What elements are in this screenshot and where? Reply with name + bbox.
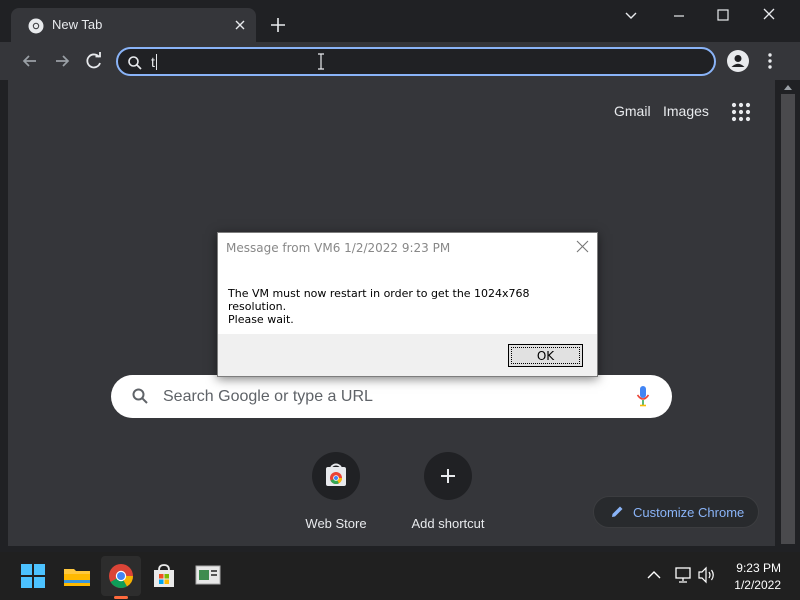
customize-chrome-button[interactable]: Customize Chrome: [593, 496, 759, 528]
gmail-link[interactable]: Gmail: [614, 103, 651, 119]
chrome-favicon-icon: [28, 18, 44, 34]
clock-date[interactable]: 1/2/2022: [731, 578, 781, 592]
shortcut-icon-container: [312, 452, 360, 500]
person-icon: [731, 55, 745, 67]
toolbar: t: [0, 42, 800, 80]
windows-start-icon[interactable]: [17, 560, 49, 592]
search-icon: [128, 56, 142, 70]
address-bar-text: t: [151, 54, 155, 70]
scroll-up-arrow-icon[interactable]: [783, 83, 793, 91]
new-tab-icon[interactable]: [268, 15, 288, 35]
scrollbar-thumb[interactable]: [781, 94, 795, 544]
images-link[interactable]: Images: [663, 103, 709, 119]
shortcut-label: Add shortcut: [411, 516, 485, 531]
more-menu-icon[interactable]: [763, 50, 777, 72]
scrollbar[interactable]: [776, 80, 800, 546]
shortcut-label: Web Store: [305, 516, 367, 531]
microphone-icon[interactable]: [636, 385, 650, 407]
search-placeholder: Search Google or type a URL: [163, 388, 373, 405]
google-search-box[interactable]: Search Google or type a URL: [111, 375, 672, 418]
close-window-icon[interactable]: [755, 4, 783, 28]
dialog-message-line: Please wait.: [228, 313, 294, 326]
dialog-title: Message from VM6 1/2/2022 9:23 PM: [226, 241, 451, 255]
message-dialog: Message from VM6 1/2/2022 9:23 PM The VM…: [217, 232, 598, 377]
network-icon[interactable]: [673, 566, 693, 584]
minimize-icon[interactable]: [665, 4, 693, 28]
title-bar: New Tab: [0, 0, 800, 42]
search-icon: [132, 388, 148, 404]
taskbar: 9:23 PM 1/2/2022: [0, 552, 800, 600]
pencil-icon: [612, 506, 623, 517]
dialog-footer: OK: [218, 334, 597, 376]
file-explorer-icon[interactable]: [61, 560, 93, 592]
reload-icon[interactable]: [83, 50, 105, 72]
customize-label: Customize Chrome: [633, 505, 745, 520]
shortcut-web-store[interactable]: Web Store: [286, 452, 386, 542]
text-cursor-icon: [318, 53, 324, 70]
dialog-message-line: The VM must now restart in order to get …: [228, 287, 530, 313]
google-apps-icon[interactable]: [730, 101, 752, 123]
tab-new-tab[interactable]: New Tab: [11, 8, 256, 42]
dialog-message: The VM must now restart in order to get …: [228, 287, 588, 326]
clock-time[interactable]: 9:23 PM: [735, 561, 781, 575]
chrome-icon[interactable]: [105, 560, 137, 592]
active-indicator: [114, 596, 128, 599]
web-store-icon: [326, 463, 346, 486]
profile-avatar[interactable]: [727, 50, 749, 72]
microsoft-store-icon[interactable]: [148, 560, 180, 592]
app-icon[interactable]: [192, 560, 224, 592]
maximize-icon[interactable]: [709, 4, 737, 28]
volume-icon[interactable]: [697, 566, 717, 584]
back-icon[interactable]: [19, 50, 41, 72]
tab-search-chevron-icon[interactable]: [617, 4, 645, 28]
tab-title: New Tab: [52, 17, 103, 32]
address-bar[interactable]: t: [116, 47, 716, 76]
shortcut-icon-container: [424, 452, 472, 500]
forward-icon[interactable]: [51, 50, 73, 72]
chevron-up-icon[interactable]: [646, 569, 662, 581]
shortcut-add[interactable]: Add shortcut: [398, 452, 498, 542]
ok-button[interactable]: OK: [508, 344, 583, 367]
close-tab-icon[interactable]: [231, 16, 249, 34]
text-caret: [156, 54, 157, 70]
close-dialog-icon[interactable]: [576, 240, 589, 253]
plus-icon: [441, 469, 455, 483]
